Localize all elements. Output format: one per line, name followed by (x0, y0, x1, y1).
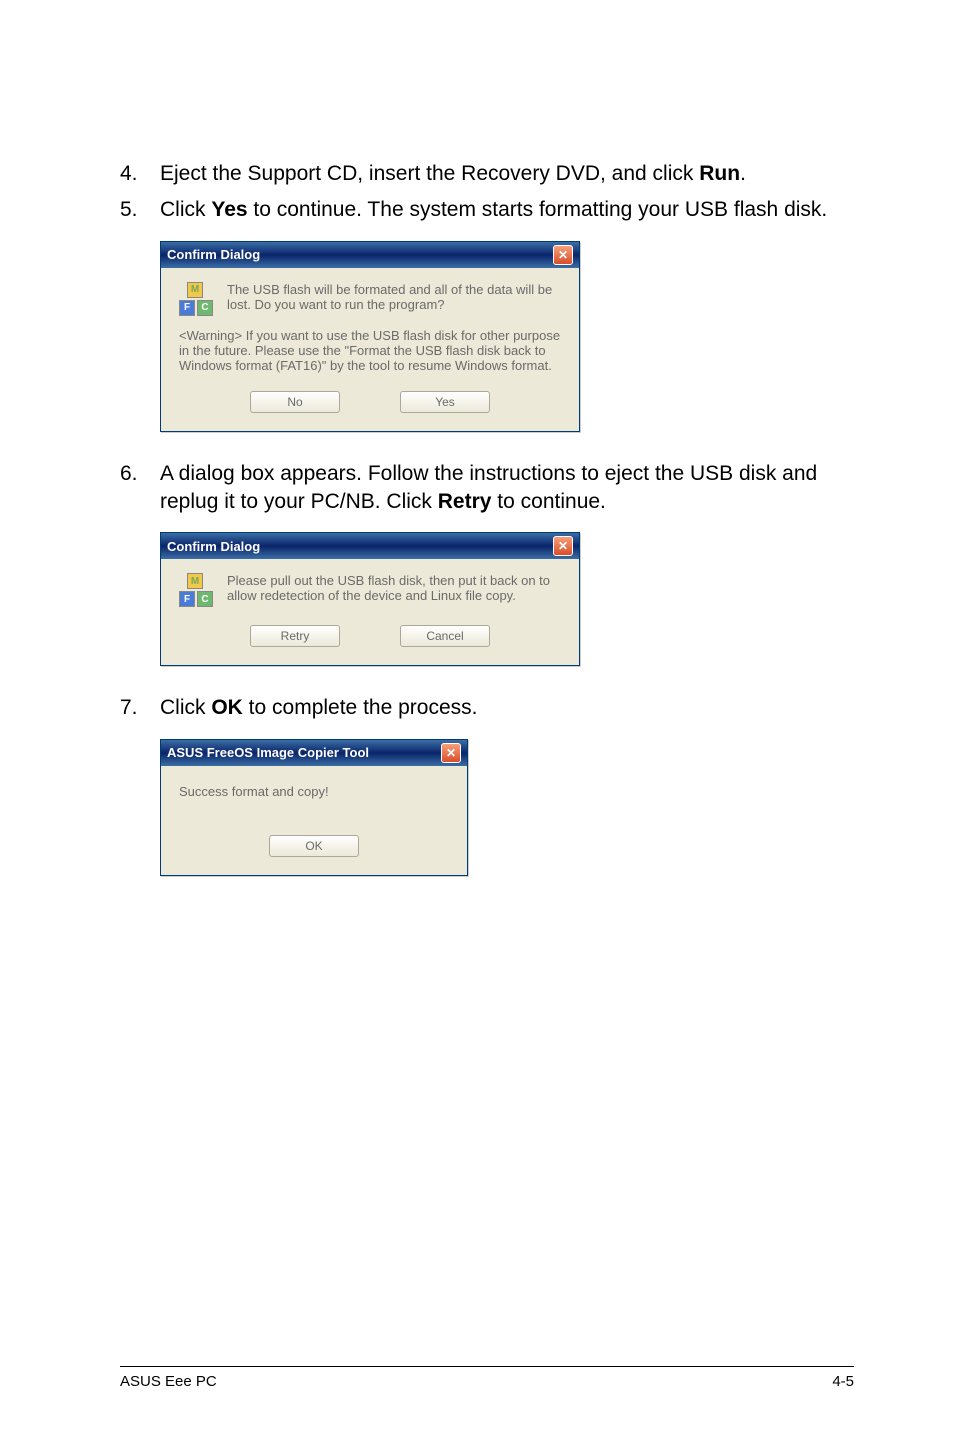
icon-tile-m: M (187, 573, 203, 589)
retry-button[interactable]: Retry (250, 625, 340, 647)
step-4-after: . (740, 162, 746, 185)
icon-tile-m: M (187, 282, 203, 298)
step-number-4: 4. (120, 160, 160, 188)
dialog-2-title: Confirm Dialog (167, 539, 260, 554)
ok-button[interactable]: OK (269, 835, 359, 857)
icon-tile-c: C (197, 300, 213, 316)
app-icon: M F C (179, 573, 213, 607)
confirm-dialog-1: Confirm Dialog ✕ M F C The USB flash wil… (160, 241, 580, 432)
close-icon[interactable]: ✕ (441, 743, 461, 763)
dialog-2-message: Please pull out the USB flash disk, then… (227, 573, 561, 603)
dialog-1-warning: <Warning> If you want to use the USB fla… (179, 328, 561, 373)
step-number-6: 6. (120, 460, 160, 517)
dialog-3-titlebar: ASUS FreeOS Image Copier Tool ✕ (161, 740, 467, 766)
step-7-bold: OK (211, 696, 243, 719)
cancel-button[interactable]: Cancel (400, 625, 490, 647)
dialog-1-titlebar: Confirm Dialog ✕ (161, 242, 579, 268)
icon-tile-f: F (179, 591, 195, 607)
dialog-2-titlebar: Confirm Dialog ✕ (161, 533, 579, 559)
step-number-5: 5. (120, 196, 160, 224)
footer-left: ASUS Eee PC (120, 1373, 217, 1390)
step-text-7: Click OK to complete the process. (160, 694, 854, 722)
app-icon: M F C (179, 282, 213, 316)
step-4-bold: Run (699, 162, 740, 185)
step-5-before: Click (160, 198, 211, 221)
dialog-3-message: Success format and copy! (179, 784, 449, 799)
close-icon[interactable]: ✕ (553, 245, 573, 265)
step-6-after: to continue. (491, 490, 605, 513)
confirm-dialog-2: Confirm Dialog ✕ M F C Please pull out t… (160, 532, 580, 666)
step-text-4: Eject the Support CD, insert the Recover… (160, 160, 854, 188)
yes-button[interactable]: Yes (400, 391, 490, 413)
step-4-before: Eject the Support CD, insert the Recover… (160, 162, 699, 185)
no-button[interactable]: No (250, 391, 340, 413)
icon-tile-c: C (197, 591, 213, 607)
step-text-5: Click Yes to continue. The system starts… (160, 196, 854, 224)
dialog-1-title: Confirm Dialog (167, 247, 260, 262)
step-6-bold: Retry (438, 490, 492, 513)
success-dialog: ASUS FreeOS Image Copier Tool ✕ Success … (160, 739, 468, 876)
close-icon[interactable]: ✕ (553, 536, 573, 556)
icon-tile-f: F (179, 300, 195, 316)
step-number-7: 7. (120, 694, 160, 722)
step-5-bold: Yes (211, 198, 247, 221)
step-7-before: Click (160, 696, 211, 719)
page-footer: ASUS Eee PC 4-5 (120, 1366, 854, 1390)
step-7-after: to complete the process. (243, 696, 478, 719)
footer-right: 4-5 (832, 1373, 854, 1390)
step-5-after: to continue. The system starts formattin… (248, 198, 828, 221)
step-text-6: A dialog box appears. Follow the instruc… (160, 460, 854, 517)
dialog-3-title: ASUS FreeOS Image Copier Tool (167, 745, 369, 760)
dialog-1-message: The USB flash will be formated and all o… (227, 282, 561, 312)
